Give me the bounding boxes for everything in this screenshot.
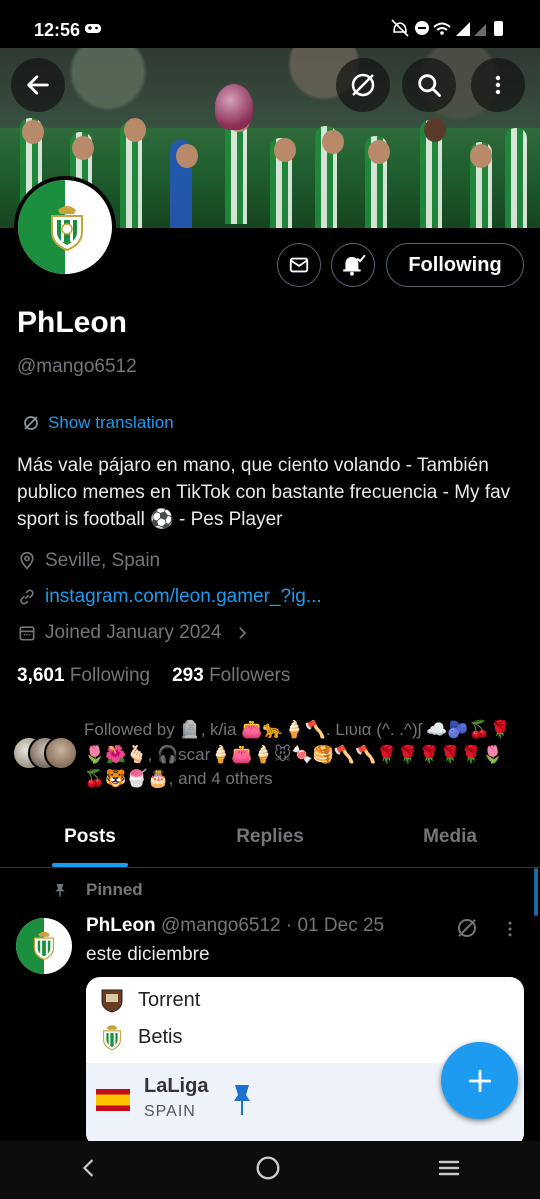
bell-check-icon	[343, 254, 366, 276]
betis-crest-icon	[103, 1025, 121, 1051]
status-time: 12:56	[34, 20, 81, 40]
back-button[interactable]	[11, 58, 65, 112]
betis-crest-icon	[33, 931, 55, 961]
profile-bio: Más vale pájaro en mano, que ciento vola…	[17, 455, 511, 530]
followed-by-text[interactable]: Followed by 🪦, k/ia 👛🐆🍦🪓. Lιυια (^. .^)ʃ…	[84, 718, 524, 792]
website-link[interactable]: instagram.com/leon.gamer_?ig...	[45, 586, 322, 608]
following-label: Following	[69, 665, 151, 686]
team-row-home: Torrent	[100, 987, 200, 1013]
more-vertical-icon	[495, 75, 501, 95]
search-button[interactable]	[402, 58, 456, 112]
notifications-button[interactable]	[331, 243, 375, 287]
spain-flag-icon	[96, 1089, 130, 1111]
game-controller-icon	[84, 21, 102, 39]
system-navigation-bar	[0, 1141, 540, 1199]
post-more-button[interactable]	[500, 918, 520, 945]
follow-counts: 3,601 Following 293 Followers	[17, 665, 290, 687]
post-author[interactable]: PhLeon	[86, 915, 156, 936]
more-vertical-icon	[508, 921, 512, 937]
website-row[interactable]: instagram.com/leon.gamer_?ig...	[17, 586, 322, 608]
team-row-away: Betis	[100, 1023, 182, 1051]
pinned-label: Pinned	[86, 880, 143, 899]
envelope-icon	[289, 257, 309, 273]
nav-back-button[interactable]	[78, 1156, 100, 1185]
joined-text: Joined January 2024	[45, 622, 222, 643]
nav-recents-button[interactable]	[436, 1156, 462, 1185]
betis-crest-icon	[51, 206, 83, 252]
system-status-icons	[390, 18, 510, 42]
torrent-crest-icon	[101, 989, 123, 1013]
no-translate-icon	[351, 73, 375, 97]
status-bar: 12:56	[0, 0, 540, 48]
pinned-indicator: Pinned	[52, 880, 143, 900]
league-name: LaLiga	[144, 1075, 209, 1097]
tab-replies[interactable]: Replies	[180, 810, 360, 867]
following-count-link[interactable]: 3,601 Following	[17, 665, 150, 687]
team-home-name: Torrent	[138, 988, 201, 1011]
menu-lines-icon	[439, 1160, 460, 1175]
post-translate-button[interactable]	[455, 916, 479, 945]
chevron-right-icon	[239, 627, 247, 639]
location-text: Seville, Spain	[45, 550, 161, 571]
profile-name: PhLeon	[17, 306, 127, 339]
pin-icon	[234, 1085, 250, 1115]
message-button[interactable]	[277, 243, 321, 287]
following-count: 3,601	[17, 665, 65, 686]
post-handle-date: @mango6512 · 01 Dec 25	[160, 915, 385, 936]
team-away-name: Betis	[138, 1025, 183, 1048]
profile-tabs: Posts Replies Media	[0, 810, 540, 868]
nav-home-button[interactable]	[255, 1155, 281, 1186]
location-pin-icon	[20, 551, 34, 570]
post-header: PhLeon @mango6512 · 01 Dec 25	[86, 915, 384, 937]
search-icon	[418, 74, 441, 97]
translate-icon	[24, 416, 38, 430]
pin-icon	[55, 884, 65, 897]
compose-button[interactable]	[441, 1042, 518, 1119]
calendar-icon	[19, 626, 35, 641]
tab-media[interactable]: Media	[360, 810, 540, 867]
show-translation-link[interactable]: Show translation	[22, 413, 174, 433]
home-circle-icon	[256, 1156, 280, 1179]
more-options-button[interactable]	[471, 58, 525, 112]
post-text: este diciembre	[86, 944, 210, 965]
league-country: SPAIN	[144, 1103, 196, 1120]
following-button[interactable]: Following	[386, 243, 524, 287]
profile-avatar[interactable]	[14, 176, 116, 278]
no-translate-icon	[458, 919, 476, 937]
chevron-left-icon	[82, 1159, 93, 1176]
joined-row[interactable]: Joined January 2024	[17, 622, 251, 644]
followers-count-link[interactable]: 293 Followers	[172, 665, 290, 687]
link-icon	[20, 589, 34, 605]
followers-label: Followers	[209, 665, 291, 686]
show-translation-label: Show translation	[48, 413, 174, 432]
scrollbar[interactable]	[534, 868, 538, 916]
followers-count: 293	[172, 665, 204, 686]
tab-posts[interactable]: Posts	[0, 810, 180, 867]
translate-off-button[interactable]	[336, 58, 390, 112]
location-row: Seville, Spain	[17, 550, 160, 572]
mutual-follower-avatars[interactable]	[12, 736, 78, 770]
post-avatar[interactable]	[16, 918, 72, 974]
back-arrow-icon	[27, 75, 49, 95]
profile-handle: @mango6512	[17, 356, 137, 377]
plus-icon	[468, 1069, 491, 1092]
